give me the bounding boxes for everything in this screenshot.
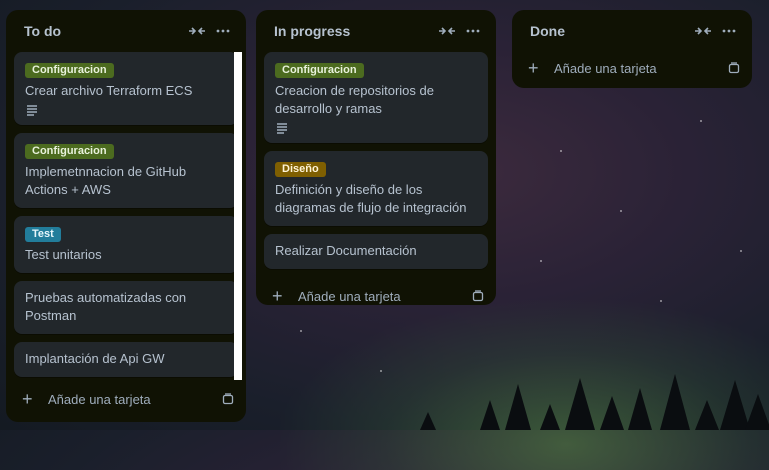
card-title: Pruebas automatizadas con Postman	[25, 290, 187, 323]
star	[660, 300, 662, 302]
list-header: To do	[6, 10, 246, 52]
label-diseno: Diseño	[275, 162, 326, 177]
card-title: Implemetnnacion de GitHub Actions + AWS	[25, 164, 187, 197]
card-title: Definición y diseño de los diagramas de …	[275, 182, 467, 215]
add-card-label: Añade una tarjeta	[48, 391, 151, 407]
card[interactable]: Configuracion Crear archivo Terraform EC…	[14, 52, 238, 125]
aurora-glow	[280, 300, 769, 470]
more-icon[interactable]	[460, 18, 486, 44]
list-header: In progress	[256, 10, 496, 52]
card-title: Realizar Documentación	[275, 243, 417, 258]
card-title: Creacion de repositorios de desarrollo y…	[275, 83, 434, 116]
collapse-icon[interactable]	[184, 18, 210, 44]
add-card-label: Añade una tarjeta	[554, 60, 657, 76]
list-in-progress: In progress Configuracion Creacion de re…	[256, 10, 496, 306]
card[interactable]: Realizar Documentación	[264, 234, 488, 269]
label-configuracion: Configuracion	[25, 63, 114, 78]
plus-icon: +	[272, 285, 283, 306]
label-configuracion: Configuracion	[25, 144, 114, 159]
card-title: Test unitarios	[25, 247, 102, 262]
star	[620, 210, 622, 212]
more-icon[interactable]	[716, 18, 742, 44]
template-icon[interactable]	[220, 391, 236, 407]
card-title: Implantación de Api GW	[25, 351, 165, 366]
add-card-button[interactable]: + Añade una tarjeta	[256, 277, 496, 315]
list-title[interactable]: Done	[530, 23, 690, 39]
star	[700, 120, 702, 122]
list-header: Done	[512, 10, 752, 52]
add-card-label: Añade una tarjeta	[298, 288, 401, 304]
card[interactable]: Implantación de Api GW	[14, 342, 238, 377]
card[interactable]: Configuracion Implemetnnacion de GitHub …	[14, 133, 238, 208]
collapse-icon[interactable]	[434, 18, 460, 44]
list-title[interactable]: In progress	[274, 23, 434, 39]
scrollbar[interactable]	[234, 52, 242, 380]
more-icon[interactable]	[210, 18, 236, 44]
list-title[interactable]: To do	[24, 23, 184, 39]
card[interactable]: Configuracion Creacion de repositorios d…	[264, 52, 488, 143]
add-card-button[interactable]: + Añade una tarjeta	[512, 52, 752, 84]
star	[300, 330, 302, 332]
card[interactable]: Test Test unitarios	[14, 216, 238, 273]
list-todo: To do Configuracion Crear archivo Terraf…	[6, 10, 246, 422]
card[interactable]: Diseño Definición y diseño de los diagra…	[264, 151, 488, 226]
description-icon	[277, 123, 287, 134]
card-title: Crear archivo Terraform ECS	[25, 83, 193, 98]
template-icon[interactable]	[726, 60, 742, 76]
label-test: Test	[25, 227, 61, 242]
list-done: Done + Añade una tarjeta	[512, 10, 752, 88]
collapse-icon[interactable]	[690, 18, 716, 44]
card[interactable]: Pruebas automatizadas con Postman	[14, 281, 238, 334]
label-configuracion: Configuracion	[275, 63, 364, 78]
star	[560, 150, 562, 152]
star	[540, 260, 542, 262]
card-scroll-area[interactable]: Configuracion Crear archivo Terraform EC…	[6, 52, 246, 380]
add-card-button[interactable]: + Añade una tarjeta	[6, 380, 246, 418]
plus-icon: +	[528, 57, 539, 78]
description-icon	[27, 105, 37, 116]
star	[740, 250, 742, 252]
plus-icon: +	[22, 388, 33, 409]
template-icon[interactable]	[470, 288, 486, 304]
star	[380, 370, 382, 372]
